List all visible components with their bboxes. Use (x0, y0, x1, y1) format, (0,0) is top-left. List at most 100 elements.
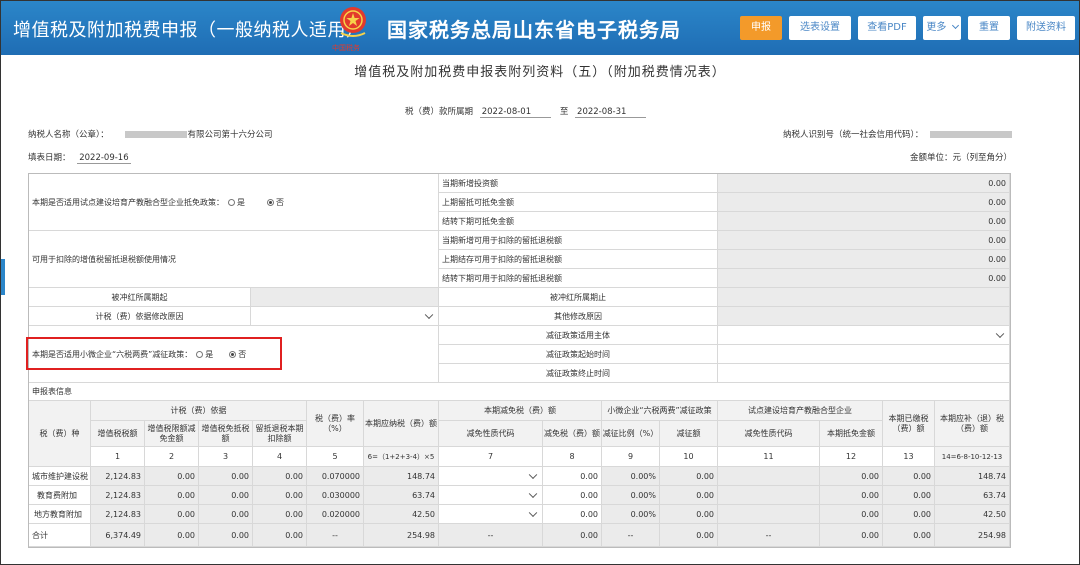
fill-date-row: 填表日期： 2022-09-16 (28, 151, 131, 164)
view-pdf-button[interactable]: 查看PDF (858, 16, 916, 40)
period-row: 税（费）款所属期 2022-08-01 至 2022-08-31 (405, 105, 647, 118)
fill-date-value[interactable]: 2022-09-16 (77, 153, 131, 164)
period-to: 至 (559, 107, 569, 117)
total-vat-credit: 0.00 (145, 524, 199, 547)
taxpayer-id-row: 纳税人识别号（统一社会信用代码）： (783, 128, 1012, 140)
reset-button[interactable]: 重置 (968, 16, 1010, 40)
pilot-yes-radio[interactable] (228, 198, 235, 206)
period-start[interactable]: 2022-08-01 (479, 107, 552, 118)
th-payable: 本期应纳税（费）额 (364, 401, 439, 447)
pilot-question: 本期是否适用试点建设培育产教融合型企业抵免政策： 是 否 (29, 174, 439, 231)
pilot-question-text: 本期是否适用试点建设培育产教融合型企业抵免政策： (32, 197, 224, 207)
cell-rate: 0.070000 (307, 467, 364, 486)
policy-start-input[interactable] (718, 345, 1010, 364)
deduct-item: 当期新增可用于扣除的留抵退税额 (439, 231, 718, 250)
offset-end-label: 被冲红所属期止 (439, 288, 718, 307)
col-num: 12 (820, 447, 883, 467)
th-pilot-code: 减免性质代码 (718, 421, 820, 447)
period-label: 税（费）款所属期 (405, 107, 474, 117)
total-due: 254.98 (935, 524, 1010, 547)
deduct-label: 可用于扣除的增值税留抵退税额使用情况 (29, 231, 439, 288)
taxpayer-name-label: 纳税人名称（公章）： (28, 130, 109, 140)
cell-payable: 148.74 (364, 467, 439, 486)
row-tax-name: 教育费附加 (29, 486, 91, 505)
cell-payable: 63.74 (364, 486, 439, 505)
total-pilot-amt: 0.00 (820, 524, 883, 547)
deduct-item: 上期结存可用于扣除的留抵退税额 (439, 250, 718, 269)
declare-button[interactable]: 申报 (740, 16, 782, 40)
total-payable: 254.98 (364, 524, 439, 547)
cell-pilot-amt: 0.00 (820, 467, 883, 486)
form-grid: 本期是否适用试点建设培育产教融合型企业抵免政策： 是 否 当期新增投资额 上期留… (28, 173, 1011, 548)
taxpayer-id-label: 纳税人识别号（统一社会信用代码）： (783, 130, 924, 140)
th-pilot-amt: 本期抵免金额 (820, 421, 883, 447)
period-end[interactable]: 2022-08-31 (575, 107, 647, 118)
section-title: 申报表信息 (29, 383, 1010, 401)
sme-no-radio[interactable] (229, 350, 237, 358)
offset-end-input[interactable] (718, 288, 1010, 307)
pilot-yes-label: 是 (237, 197, 245, 207)
reduce-code-select[interactable] (439, 505, 543, 524)
cell-reduce-amt[interactable]: 0.00 (543, 486, 602, 505)
total-reduce-code: -- (439, 524, 543, 547)
th-due: 本期应补（退）税（费）额 (935, 401, 1010, 447)
other-reason-input[interactable] (718, 307, 1010, 326)
cell-vat: 2,124.83 (91, 505, 145, 524)
chevron-down-icon (528, 508, 538, 518)
cell-pilot-amt: 0.00 (820, 505, 883, 524)
chevron-down-icon (951, 21, 959, 30)
modify-reason-select[interactable] (251, 307, 439, 326)
total-refund-deduct: 0.00 (253, 524, 307, 547)
cell-due: 42.50 (935, 505, 1010, 524)
total-vat: 6,374.49 (91, 524, 145, 547)
th-reduce-amt: 减免税（费）额 (543, 421, 602, 447)
cell-reduce-amt[interactable]: 0.00 (543, 467, 602, 486)
pilot-value: 0.00 (718, 212, 1010, 231)
side-collapse-handle[interactable] (1, 259, 5, 295)
deduct-value: 0.00 (718, 269, 1010, 288)
cell-vat-credit: 0.00 (145, 486, 199, 505)
col-num: 7 (439, 447, 543, 467)
cell-reduce-amt[interactable]: 0.00 (543, 505, 602, 524)
amount-unit: 金额单位：元（列至角分） (910, 153, 1013, 163)
policy-end-label: 减征政策终止时间 (439, 364, 718, 383)
attach-docs-button[interactable]: 附送资料 (1017, 16, 1075, 40)
cell-due: 63.74 (935, 486, 1010, 505)
total-sme-ratio: -- (602, 524, 660, 547)
reduce-code-select[interactable] (439, 486, 543, 505)
chevron-down-icon (528, 470, 538, 480)
col-num: 11 (718, 447, 820, 467)
row-tax-name: 城市维护建设税 (29, 467, 91, 486)
policy-end-input[interactable] (718, 364, 1010, 383)
total-paid: 0.00 (883, 524, 935, 547)
emblem-caption: 中国税务 (332, 44, 360, 52)
cell-sme-amt: 0.00 (660, 486, 718, 505)
app-title: 增值税及附加税费申报（一般纳税人适用） (13, 20, 365, 41)
bureau-name: 国家税务总局山东省电子税务局 (387, 18, 681, 42)
policy-subject-select[interactable] (718, 326, 1010, 345)
taxpayer-name-row: 纳税人名称（公章）： 有限公司第十六分公司 (28, 128, 272, 140)
th-sme-ratio: 减征比例（%） (602, 421, 660, 447)
pilot-item: 当期新增投资额 (439, 174, 718, 193)
taxpayer-name-value: 有限公司第十六分公司 (187, 130, 273, 140)
redacted-block (125, 131, 188, 138)
cell-vat-credit: 0.00 (145, 467, 199, 486)
more-button[interactable]: 更多 (923, 16, 961, 40)
cell-sme-ratio: 0.00% (602, 486, 660, 505)
th-pilot: 试点建设培育产教融合型企业 (718, 401, 883, 421)
pilot-no-radio[interactable] (267, 198, 274, 206)
th-paid: 本期已缴税（费）额 (883, 401, 935, 447)
offset-start-input[interactable] (251, 288, 439, 307)
cell-vat-exempt: 0.00 (199, 505, 253, 524)
cell-vat: 2,124.83 (91, 467, 145, 486)
th-reduce-code: 减免性质代码 (439, 421, 543, 447)
cell-payable: 42.50 (364, 505, 439, 524)
pilot-value: 0.00 (718, 193, 1010, 212)
col-num: 2 (145, 447, 199, 467)
cell-vat-exempt: 0.00 (199, 486, 253, 505)
sme-yes-radio[interactable] (196, 350, 204, 358)
th-vat-exempt: 增值税免抵税额 (199, 421, 253, 447)
reduce-code-select[interactable] (439, 467, 543, 486)
report-settings-button[interactable]: 选表设置 (789, 16, 851, 40)
cell-sme-amt: 0.00 (660, 467, 718, 486)
